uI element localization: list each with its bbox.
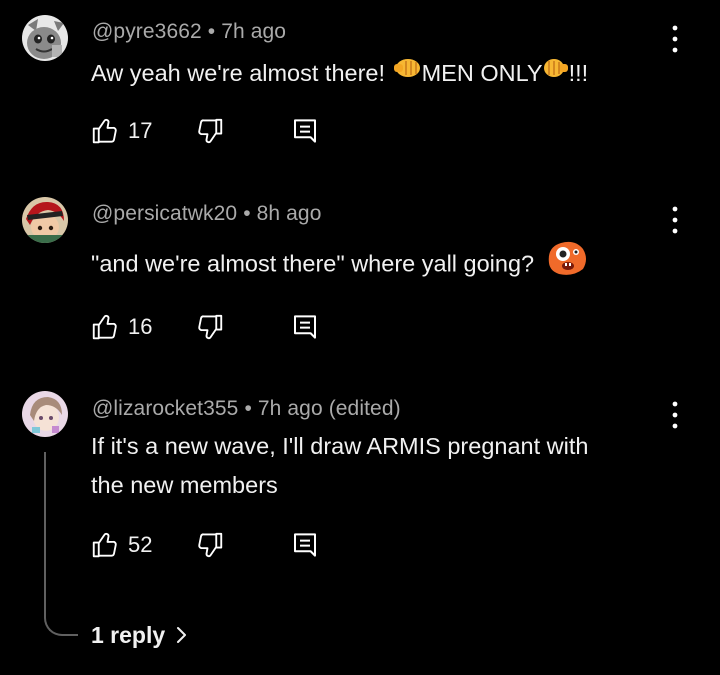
comment-timestamp: 7h ago <box>257 397 323 420</box>
reply-button[interactable] <box>290 114 320 148</box>
like-button[interactable]: 17 <box>90 114 152 148</box>
comment-text-part: "and we're almost there" where yall goin… <box>91 250 535 277</box>
comment-text: Aw yeah we're almost there! MEN ONLY !!! <box>91 55 651 93</box>
thumb-up-icon <box>92 314 117 340</box>
left-fist-emoji-icon <box>392 53 422 90</box>
like-count: 17 <box>128 118 153 143</box>
comment-reply-icon <box>294 315 316 339</box>
pastel-drawing-avatar-icon <box>22 391 68 437</box>
comment-meta: @lizarocket355 • 7h ago (edited) <box>92 397 401 420</box>
comment-timestamp: 7h ago <box>221 20 287 43</box>
comment-meta: @pyre3662 • 7h ago <box>92 20 287 43</box>
like-button[interactable]: 52 <box>90 528 152 562</box>
dislike-button[interactable] <box>195 310 225 344</box>
thumb-down-icon <box>198 532 223 558</box>
orange-shocked-face-emoji-icon <box>545 237 589 288</box>
avatar[interactable] <box>22 391 68 437</box>
right-fist-emoji-icon <box>543 53 569 90</box>
avatar[interactable] <box>22 197 68 243</box>
comment-reply-icon <box>294 119 316 143</box>
more-vertical-icon[interactable] <box>664 399 686 431</box>
thumb-down-icon <box>198 314 223 340</box>
reply-button[interactable] <box>290 528 320 562</box>
comment-text: If it's a new wave, I'll draw ARMIS preg… <box>91 428 651 504</box>
comment-reply-icon <box>294 533 316 557</box>
author-handle[interactable]: @lizarocket355 <box>92 397 238 420</box>
gray-cartoon-cat-avatar-icon <box>22 15 68 61</box>
comment-meta: @persicatwk20 • 8h ago <box>92 202 322 225</box>
thumb-up-icon <box>92 118 117 144</box>
comment-text-line: the new members <box>91 472 278 498</box>
comment-text: "and we're almost there" where yall goin… <box>91 240 651 291</box>
more-vertical-icon[interactable] <box>664 23 686 55</box>
reply-button[interactable] <box>290 310 320 344</box>
dislike-button[interactable] <box>195 528 225 562</box>
replies-label: 1 reply <box>91 621 166 648</box>
red-hair-anime-avatar-icon <box>22 197 68 243</box>
thumb-down-icon <box>198 118 223 144</box>
view-replies-button[interactable]: 1 reply <box>91 618 189 652</box>
dislike-button[interactable] <box>195 114 225 148</box>
comment-text-part: Aw yeah we're almost there! <box>91 60 392 86</box>
edited-label: (edited) <box>328 397 401 420</box>
comment-timestamp: 8h ago <box>256 202 322 225</box>
comment-text-line: If it's a new wave, I'll draw ARMIS preg… <box>91 433 589 459</box>
comment-text-part: !!! <box>568 60 589 86</box>
thread-connector-line <box>44 452 78 636</box>
author-handle[interactable]: @persicatwk20 <box>92 202 237 225</box>
like-count: 16 <box>128 314 153 339</box>
more-vertical-icon[interactable] <box>664 204 686 236</box>
like-button[interactable]: 16 <box>90 310 152 344</box>
avatar[interactable] <box>22 15 68 61</box>
like-count: 52 <box>128 532 153 557</box>
chevron-right-icon <box>177 627 187 643</box>
author-handle[interactable]: @pyre3662 <box>92 20 202 43</box>
comment-text-part: MEN ONLY <box>421 60 543 86</box>
thumb-up-icon <box>92 532 117 558</box>
